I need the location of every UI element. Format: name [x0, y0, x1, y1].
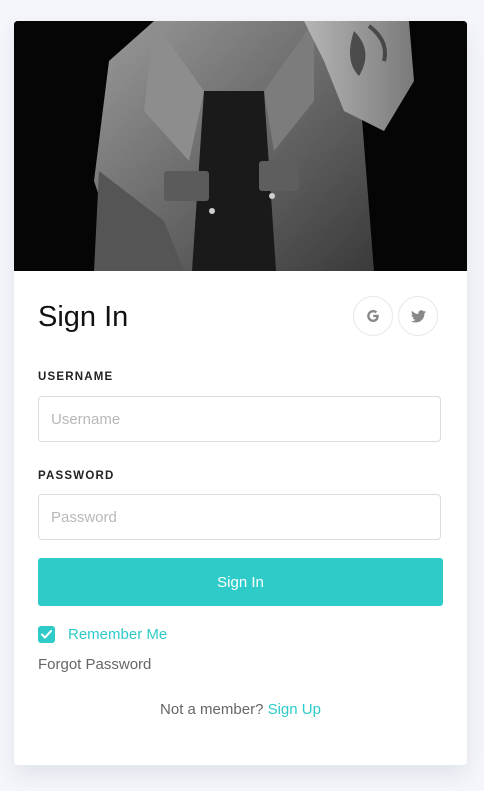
twitter-icon	[410, 309, 426, 322]
password-label: PASSWORD	[38, 470, 115, 482]
signup-link[interactable]: Sign Up	[268, 701, 321, 718]
google-icon	[367, 310, 379, 322]
signin-card: Sign In USERNAME PASSWORD Sign In Rememb…	[14, 21, 467, 765]
signin-button[interactable]: Sign In	[38, 558, 443, 606]
signup-prompt-row: Not a member? Sign Up	[14, 701, 467, 718]
person-in-denim-jacket-photo	[14, 21, 467, 271]
checkmark-icon	[41, 630, 52, 639]
signup-prompt-text: Not a member?	[160, 701, 264, 718]
page-title: Sign In	[38, 301, 129, 333]
google-signin-button[interactable]	[353, 296, 393, 336]
forgot-password-link[interactable]: Forgot Password	[38, 656, 151, 673]
username-input[interactable]	[38, 396, 441, 442]
remember-me-checkbox[interactable]: Remember Me	[38, 626, 167, 643]
username-label: USERNAME	[38, 371, 114, 383]
checkbox-checked-icon[interactable]	[38, 626, 55, 643]
hero-image	[14, 21, 467, 271]
password-input[interactable]	[38, 494, 441, 540]
remember-me-label[interactable]: Remember Me	[68, 626, 167, 643]
twitter-signin-button[interactable]	[398, 296, 438, 336]
